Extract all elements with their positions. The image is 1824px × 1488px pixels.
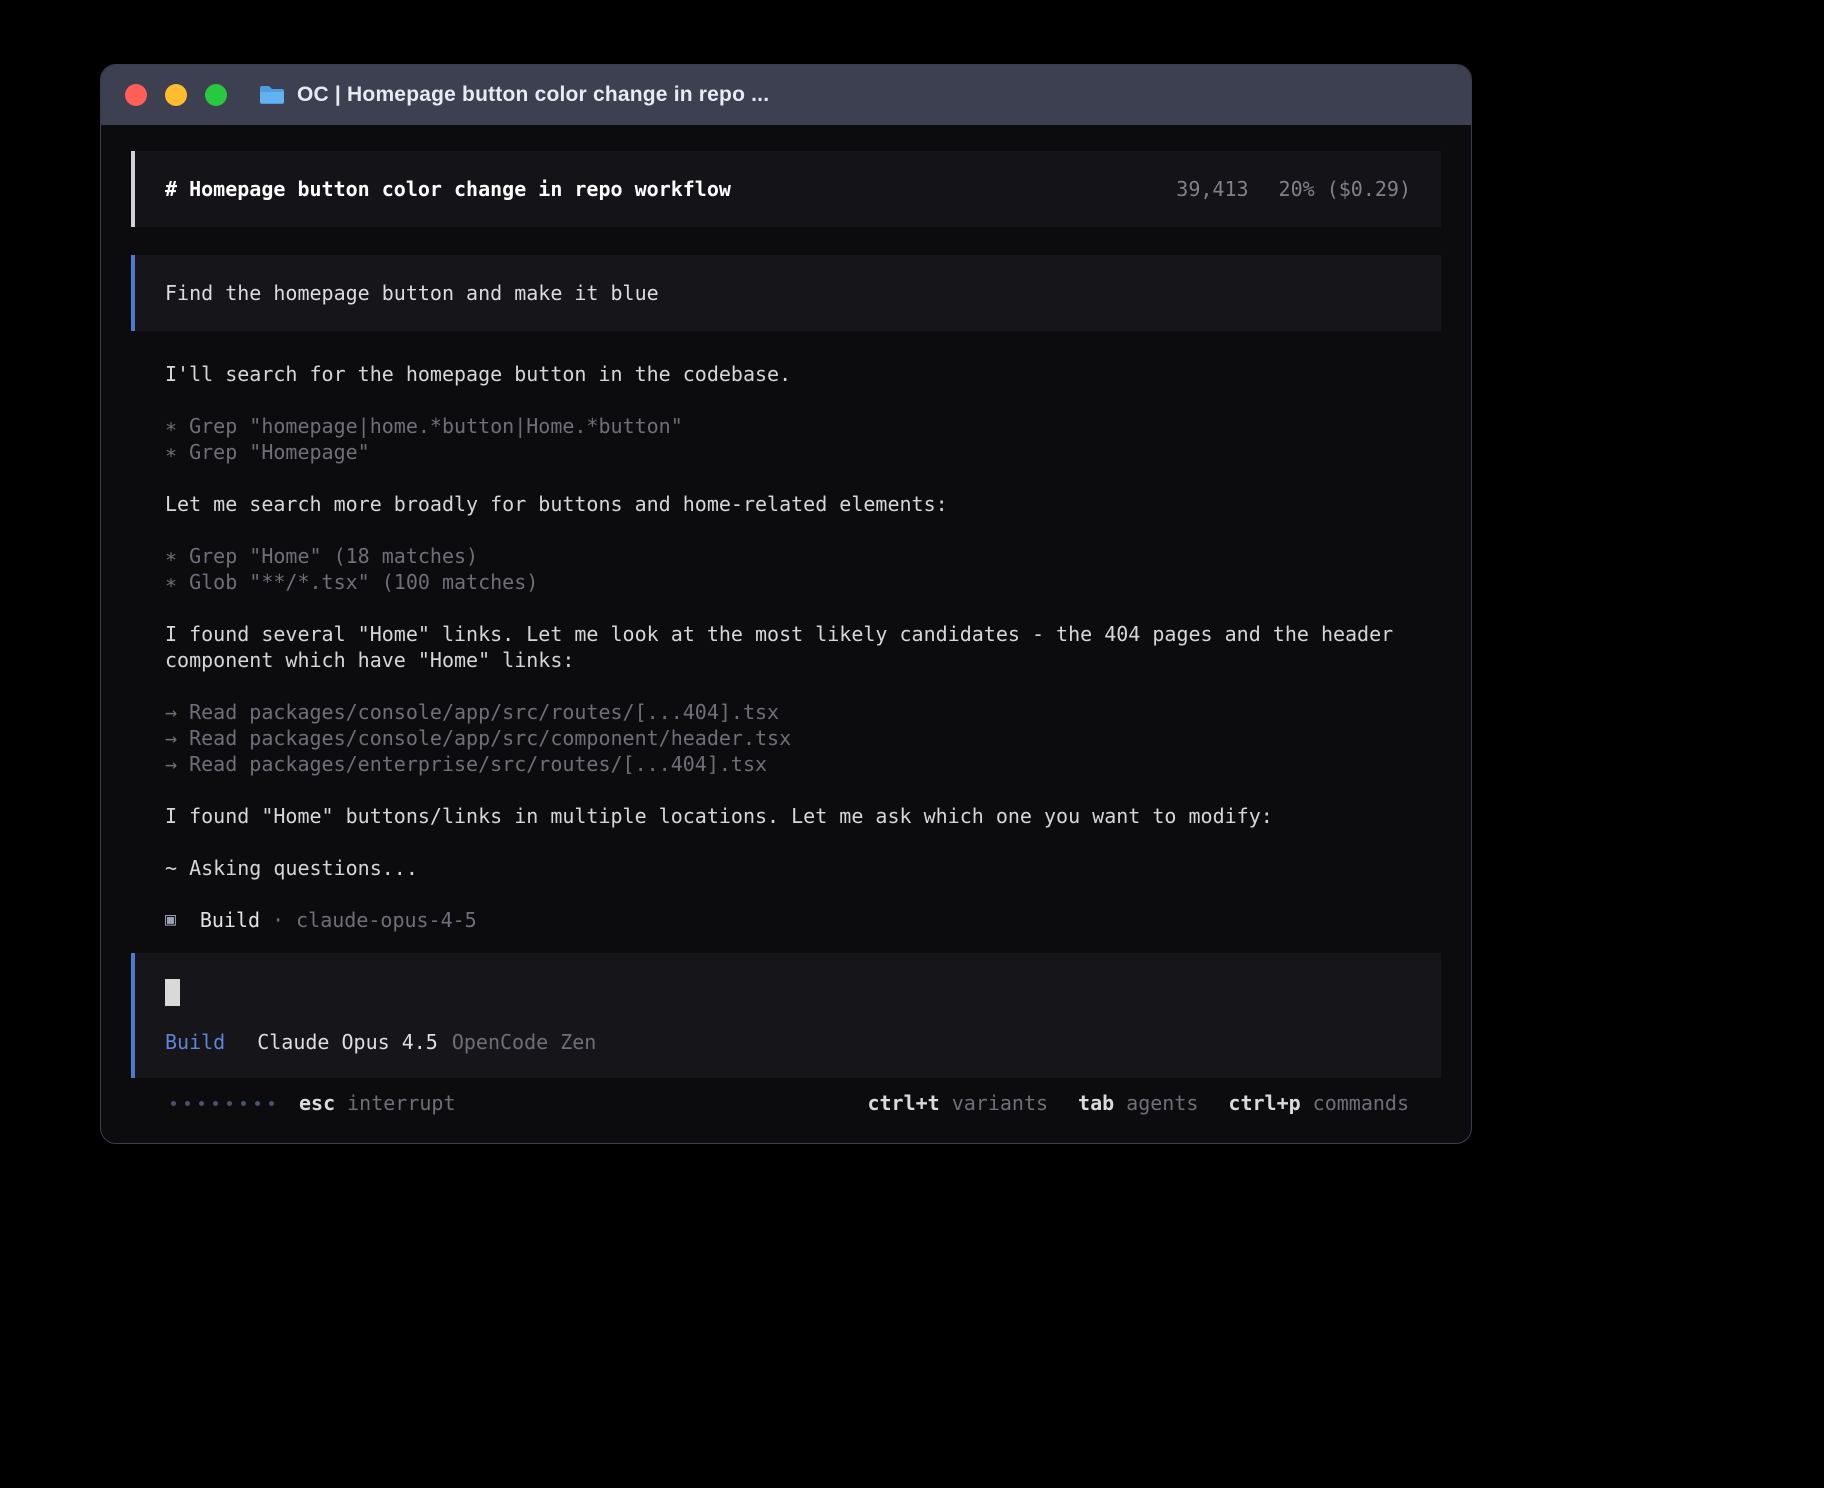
spinner-dot <box>213 1101 218 1106</box>
zoom-button[interactable] <box>205 84 227 106</box>
tool-call-line: → Read packages/console/app/src/componen… <box>165 725 1407 751</box>
agent-name: Build <box>200 907 260 933</box>
spinner-dot <box>255 1101 260 1106</box>
user-message-text: Find the homepage button and make it blu… <box>165 281 659 305</box>
input-model-label: Claude Opus 4.5 <box>257 1030 438 1054</box>
tool-call-line: ∗ Grep "homepage|home.*button|Home.*butt… <box>165 413 1407 439</box>
session-title: # Homepage button color change in repo w… <box>165 176 731 202</box>
shortcut-variants: ctrl+t variants <box>867 1090 1048 1116</box>
prompt-input[interactable]: Build Claude Opus 4.5 OpenCode Zen <box>131 953 1441 1078</box>
shortcut-label: agents <box>1126 1090 1198 1116</box>
window-title: OC | Homepage button color change in rep… <box>297 83 769 107</box>
user-message: Find the homepage button and make it blu… <box>131 255 1441 331</box>
assistant-paragraph: I found several "Home" links. Let me loo… <box>165 621 1407 673</box>
shortcut-label: variants <box>952 1090 1048 1116</box>
shortcut-key: tab <box>1078 1090 1114 1116</box>
spinner-dot <box>199 1101 204 1106</box>
shortcut-label: commands <box>1313 1090 1409 1116</box>
tool-call-group: ∗ Grep "homepage|home.*button|Home.*butt… <box>165 413 1407 465</box>
agent-icon: ▣ <box>165 907 176 933</box>
activity-spinner <box>171 1101 274 1106</box>
input-footer: Build Claude Opus 4.5 OpenCode Zen <box>165 1030 1411 1054</box>
assistant-paragraph: I found "Home" buttons/links in multiple… <box>165 803 1407 829</box>
assistant-text-line: ~ Asking questions... <box>165 855 1407 881</box>
spinner-dot <box>185 1101 190 1106</box>
status-right: ctrl+t variants tab agents ctrl+p comman… <box>837 1090 1409 1116</box>
tool-call-line: ∗ Grep "Home" (18 matches) <box>165 543 1407 569</box>
tool-call-group: ∗ Grep "Home" (18 matches) ∗ Glob "**/*.… <box>165 543 1407 595</box>
shortcut-agents: tab agents <box>1078 1090 1198 1116</box>
shortcut-key: ctrl+p <box>1228 1090 1300 1116</box>
status-left: esc interrupt <box>171 1090 456 1116</box>
terminal-content: # Homepage button color change in repo w… <box>101 125 1471 1116</box>
esc-label: interrupt <box>347 1090 455 1116</box>
spinner-dot <box>171 1101 176 1106</box>
minimize-button[interactable] <box>165 84 187 106</box>
assistant-text-line: Let me search more broadly for buttons a… <box>165 491 1407 517</box>
esc-key: esc <box>299 1090 335 1116</box>
folder-icon <box>259 84 285 106</box>
text-cursor <box>165 979 180 1006</box>
input-agent-label: Build <box>165 1030 225 1054</box>
assistant-text-line: I found several "Home" links. Let me loo… <box>165 621 1407 673</box>
terminal-window: OC | Homepage button color change in rep… <box>100 64 1472 1144</box>
status-bar: esc interrupt ctrl+t variants tab agents… <box>131 1090 1441 1116</box>
assistant-text-line: I found "Home" buttons/links in multiple… <box>165 803 1407 829</box>
token-count: 39,413 <box>1176 176 1248 202</box>
tool-call-line: → Read packages/enterprise/src/routes/[.… <box>165 751 1407 777</box>
tool-call-line: ∗ Glob "**/*.tsx" (100 matches) <box>165 569 1407 595</box>
agent-status-line: ▣ Build · claude-opus-4-5 <box>165 907 1407 933</box>
tool-call-group: → Read packages/console/app/src/routes/[… <box>165 699 1407 777</box>
shortcut-key: ctrl+t <box>867 1090 939 1116</box>
assistant-paragraph: I'll search for the homepage button in t… <box>165 361 1407 387</box>
agent-separator: · <box>272 907 284 933</box>
input-provider-label: OpenCode Zen <box>452 1030 597 1054</box>
spinner-dot <box>227 1101 232 1106</box>
spinner-dot <box>241 1101 246 1106</box>
session-header: # Homepage button color change in repo w… <box>131 151 1441 227</box>
assistant-paragraph: Let me search more broadly for buttons a… <box>165 491 1407 517</box>
session-stats: 39,413 20% ($0.29) <box>1176 176 1411 202</box>
shortcut-commands: ctrl+p commands <box>1228 1090 1409 1116</box>
agent-model: claude-opus-4-5 <box>296 907 477 933</box>
tool-call-line: → Read packages/console/app/src/routes/[… <box>165 699 1407 725</box>
transcript: I'll search for the homepage button in t… <box>131 361 1441 933</box>
titlebar[interactable]: OC | Homepage button color change in rep… <box>101 65 1471 125</box>
window-controls <box>117 84 227 106</box>
spinner-dot <box>269 1101 274 1106</box>
close-button[interactable] <box>125 84 147 106</box>
tool-call-line: ∗ Grep "Homepage" <box>165 439 1407 465</box>
assistant-text-line: I'll search for the homepage button in t… <box>165 361 1407 387</box>
assistant-paragraph: ~ Asking questions... <box>165 855 1407 881</box>
context-cost: 20% ($0.29) <box>1279 176 1411 202</box>
